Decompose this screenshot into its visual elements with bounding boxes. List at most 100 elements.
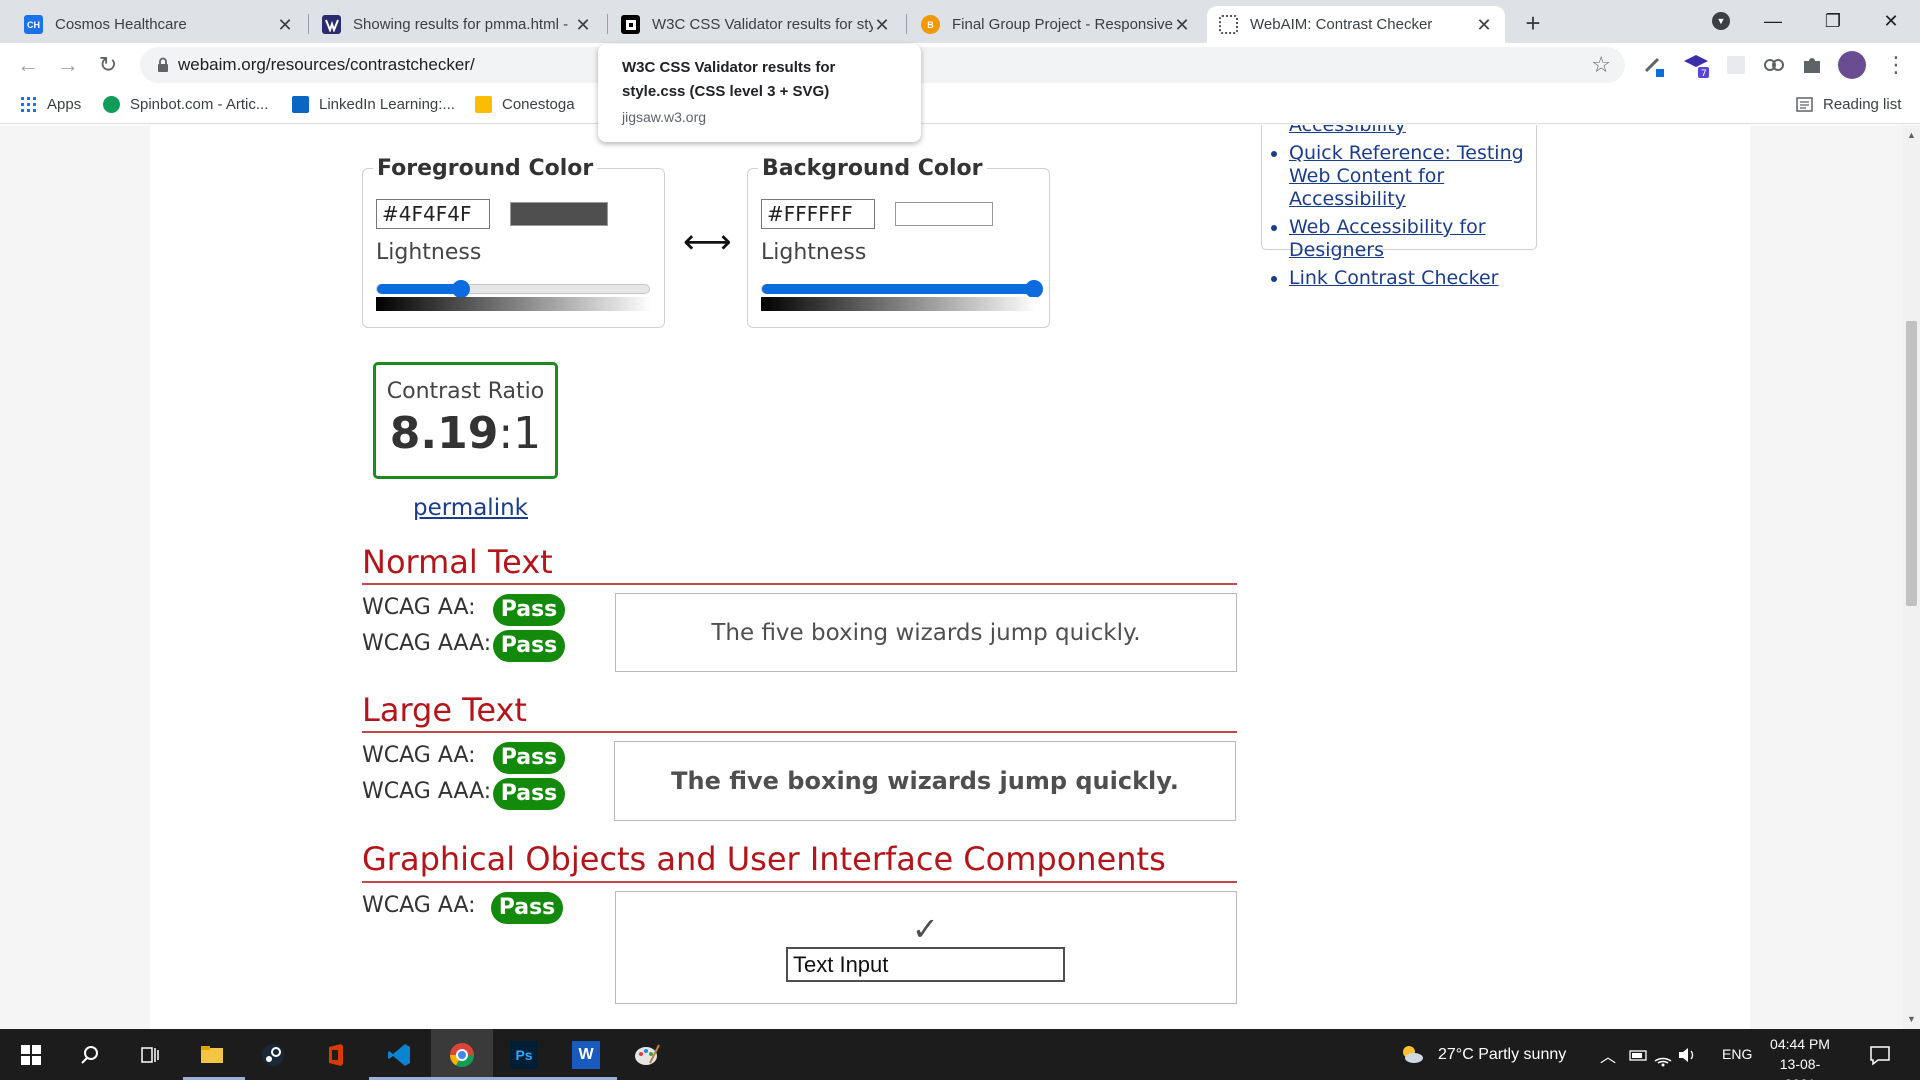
close-icon[interactable]: ✕ [1475, 16, 1493, 34]
minimize-button[interactable]: — [1750, 6, 1796, 36]
folder-icon [475, 96, 492, 113]
background-color-group: Background Color Lightness [747, 156, 1050, 328]
sidebar-link-text[interactable]: Accessibility [1289, 125, 1406, 136]
background-legend: Background Color [758, 156, 987, 181]
file-explorer-icon[interactable] [198, 1041, 226, 1069]
vscode-icon[interactable] [385, 1041, 413, 1069]
office-icon[interactable] [322, 1041, 350, 1069]
page-scrollbar[interactable]: ▲ ▼ [1903, 125, 1920, 1029]
bookmark-label: Spinbot.com - Artic... [130, 96, 269, 113]
tab-pmma-results[interactable]: Showing results for pmma.html - ✕ [310, 6, 604, 43]
sidebar-link-text[interactable]: Quick Reference: Testing Web Content for… [1289, 142, 1524, 210]
profile-avatar[interactable] [1838, 51, 1866, 79]
extension-dev-icon[interactable] [1640, 51, 1668, 79]
graphical-aa-label: WCAG AA: [362, 893, 476, 918]
reload-button[interactable]: ↻ [92, 49, 124, 81]
large-text-sample: The five boxing wizards jump quickly. [614, 741, 1236, 821]
normal-text-sample: The five boxing wizards jump quickly. [615, 593, 1237, 672]
swap-colors-icon[interactable]: ⟷ [683, 222, 732, 262]
tab-webaim-contrast-checker[interactable]: WebAIM: Contrast Checker ✕ [1207, 6, 1505, 43]
sidebar-link-designers[interactable]: Web Accessibility for Designers [1289, 216, 1529, 262]
weather-partly-sunny-icon[interactable] [1398, 1041, 1426, 1069]
extension-hat-icon[interactable]: 7 [1682, 51, 1710, 79]
section-rule [362, 881, 1237, 883]
tab-final-group-project[interactable]: B Final Group Project - Responsive ✕ [909, 6, 1203, 43]
back-button[interactable]: ← [12, 49, 44, 81]
close-icon[interactable]: ✕ [1173, 16, 1191, 34]
page-viewport: Foreground Color Lightness ⟷ Background … [0, 125, 1903, 1029]
section-rule [362, 731, 1237, 733]
sample-text-input[interactable] [786, 947, 1065, 982]
notifications-icon[interactable] [1866, 1041, 1894, 1069]
system-clock[interactable]: 04:44 PM 13-08-2021 [1765, 1034, 1835, 1080]
sidebar-link-text[interactable]: Link Contrast Checker [1289, 267, 1498, 289]
weather-text[interactable]: 27°C Partly sunny [1438, 1046, 1566, 1064]
close-window-button[interactable]: ✕ [1868, 6, 1914, 36]
sidebar-link-text[interactable]: Web Accessibility for Designers [1289, 216, 1486, 261]
background-hex-input[interactable] [761, 199, 875, 229]
extensions-puzzle-icon[interactable] [1798, 51, 1826, 79]
volume-icon[interactable] [1676, 1041, 1698, 1069]
battery-icon[interactable] [1628, 1041, 1650, 1069]
steam-icon[interactable] [259, 1041, 287, 1069]
tab-strip: CH Cosmos Healthcare ✕ Showing results f… [0, 0, 1920, 43]
normal-text-heading: Normal Text [362, 543, 553, 581]
tab-hover-tooltip: W3C CSS Validator results for style.css … [598, 44, 921, 142]
photoshop-icon[interactable]: Ps [510, 1041, 538, 1069]
extension-blank-icon[interactable] [1722, 51, 1750, 79]
background-lightness-slider[interactable] [761, 280, 1043, 298]
foreground-lightness-label: Lightness [376, 240, 482, 265]
foreground-hex-input[interactable] [376, 199, 490, 229]
show-hidden-icons[interactable]: ︿ [1600, 1043, 1616, 1067]
word-icon[interactable]: W [572, 1041, 600, 1069]
checkmark-icon: ✓ [912, 910, 939, 948]
chrome-menu-icon[interactable]: ⋮ [1880, 49, 1912, 81]
bookmark-label: Conestoga [502, 96, 575, 113]
webaim-favicon-icon [1219, 15, 1238, 34]
contrast-ratio-box: Contrast Ratio 8.19:1 [373, 362, 558, 479]
large-aa-pass-badge: Pass [493, 742, 565, 774]
paint-icon[interactable] [633, 1041, 661, 1069]
foreground-lightness-slider[interactable] [376, 280, 650, 298]
background-color-picker[interactable] [895, 202, 993, 226]
close-icon[interactable]: ✕ [873, 16, 891, 34]
search-icon[interactable] [76, 1041, 104, 1069]
task-view-icon[interactable] [136, 1041, 164, 1069]
bookmark-star-icon[interactable]: ☆ [1591, 52, 1611, 78]
tab-search-icon[interactable]: ▼ [1712, 12, 1730, 30]
bookmark-linkedin-learning[interactable]: LinkedIn Learning:... [292, 96, 455, 113]
url-text[interactable]: webaim.org/resources/contrastchecker/ [178, 55, 475, 75]
slider-thumb[interactable] [452, 280, 471, 298]
bookmark-apps[interactable]: Apps [20, 96, 81, 113]
tab-w3c-css-validator[interactable]: W3C CSS Validator results for sty ✕ [609, 6, 903, 43]
w3c-favicon-icon [621, 15, 640, 34]
close-icon[interactable]: ✕ [276, 16, 294, 34]
close-icon[interactable]: ✕ [574, 16, 592, 34]
bookmark-spinbot[interactable]: Spinbot.com - Artic... [103, 96, 268, 113]
bookmarks-bar: Apps Spinbot.com - Artic... LinkedIn Lea… [0, 87, 1920, 124]
foreground-color-group: Foreground Color Lightness [362, 156, 665, 328]
extension-link-icon[interactable] [1760, 51, 1788, 79]
scrollbar-thumb[interactable] [1906, 321, 1917, 606]
browser-toolbar: ← → ↻ webaim.org/resources/contrastcheck… [0, 43, 1920, 87]
reading-list-button[interactable]: Reading list [1796, 96, 1901, 113]
permalink-link[interactable]: permalink [413, 495, 528, 521]
new-tab-button[interactable]: + [1519, 9, 1547, 37]
normal-aa-label: WCAG AA: [362, 595, 476, 620]
sidebar-link-link-contrast[interactable]: Link Contrast Checker [1289, 267, 1529, 290]
wifi-icon[interactable] [1652, 1041, 1674, 1069]
sidebar-link-quick-reference[interactable]: Quick Reference: Testing Web Content for… [1289, 142, 1529, 211]
sidebar-link-accessibility[interactable]: Accessibility [1289, 125, 1529, 137]
language-indicator[interactable]: ENG [1722, 1046, 1752, 1062]
chrome-icon[interactable] [448, 1041, 476, 1069]
reading-list-icon [1796, 97, 1813, 112]
forward-button[interactable]: → [52, 49, 84, 81]
start-icon[interactable] [17, 1041, 45, 1069]
restore-button[interactable]: ❐ [1810, 6, 1856, 36]
tab-cosmos-healthcare[interactable]: CH Cosmos Healthcare ✕ [12, 6, 306, 43]
scroll-down-icon[interactable]: ▼ [1907, 1014, 1916, 1024]
foreground-color-picker[interactable] [510, 202, 608, 226]
scroll-up-icon[interactable]: ▲ [1907, 130, 1916, 140]
slider-thumb[interactable] [1025, 280, 1043, 298]
bookmark-conestoga[interactable]: Conestoga [475, 96, 575, 113]
